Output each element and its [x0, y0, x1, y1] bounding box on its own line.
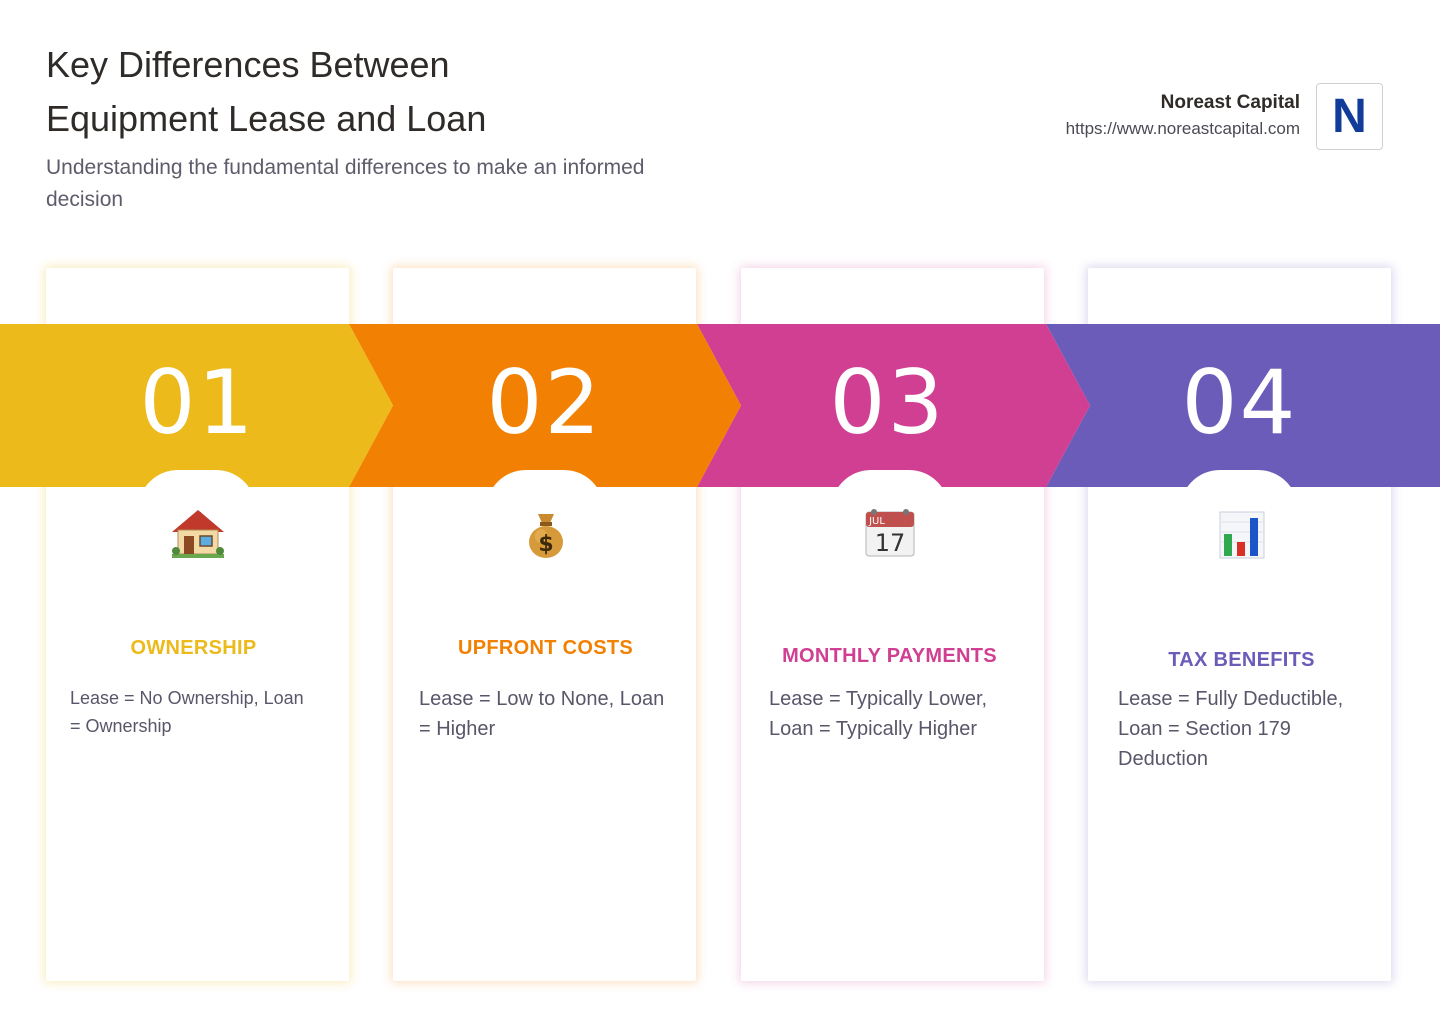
svg-text:$: $ [538, 532, 553, 557]
calendar-day: 17 [875, 529, 906, 557]
calendar-month: JUL [868, 516, 885, 527]
heading-monthly-payments: MONTHLY PAYMENTS [782, 645, 997, 667]
title-line-1: Key Differences Between [46, 44, 450, 85]
body-upfront-costs: Lease = Low to None, Loan = Higher [419, 688, 665, 740]
brand-logo: N [1316, 83, 1383, 150]
step-number-3: 03 [829, 351, 946, 454]
brand-name: Noreast Capital [1160, 92, 1300, 113]
logo-letter: N [1332, 89, 1367, 143]
body-monthly-payments: Lease = Typically Lower, Loan = Typicall… [769, 688, 988, 740]
step-number-1: 01 [139, 351, 256, 454]
icon-dome-2 [486, 470, 604, 510]
icon-dome-3 [831, 470, 949, 510]
house-icon [168, 506, 228, 562]
heading-ownership: OWNERSHIP [130, 637, 257, 659]
title-line-2: Equipment Lease and Loan [46, 98, 487, 139]
money-bag-icon: $ [516, 506, 576, 562]
bar-chart-icon [1212, 506, 1272, 562]
page-title: Key Differences Between Equipment Lease … [46, 38, 666, 146]
heading-upfront-costs: UPFRONT COSTS [457, 637, 633, 659]
icon-dome-4 [1180, 470, 1298, 510]
icon-dome-1 [138, 470, 256, 510]
page-subtitle: Understanding the fundamental difference… [46, 156, 645, 211]
brand-url[interactable]: https://www.noreastcapital.com [1066, 116, 1300, 142]
step-number-4: 04 [1181, 351, 1298, 454]
calendar-icon: JUL 17 [860, 506, 920, 562]
step-number-2: 02 [486, 351, 603, 454]
heading-tax-benefits: TAX BENEFITS [1168, 649, 1315, 671]
brand-block: Noreast Capital https://www.noreastcapit… [1066, 90, 1300, 142]
body-ownership: Lease = No Ownership, Loan = Ownership [70, 688, 304, 736]
body-tax-benefits: Lease = Fully Deductible, Loan = Section… [1118, 688, 1344, 770]
